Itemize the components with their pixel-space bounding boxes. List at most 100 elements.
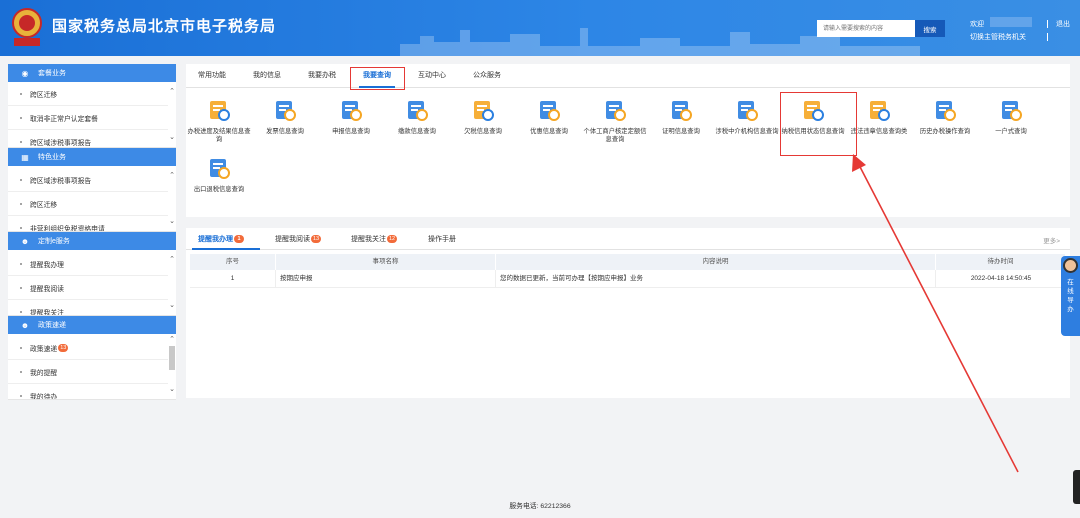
reminders-panel: 提醒我办理 1 提醒我阅读 13 提醒我关注 12 操作手册 更多> 序号 事项名称 … [186, 228, 1070, 398]
tab-remind-read[interactable]: 提醒我阅读 13 [275, 234, 322, 244]
sidebar-item[interactable]: 取消非正常户认定套餐 [8, 106, 168, 130]
online-guide-label: 在线导办 [1067, 279, 1074, 313]
tab-common-functions[interactable]: 常用功能 [198, 70, 226, 80]
more-link[interactable]: 更多> [1043, 235, 1060, 245]
tab-remind-handle[interactable]: 提醒我办理 1 [198, 234, 244, 244]
column-header: 内容说明 [496, 254, 936, 270]
chevron-down-icon[interactable]: ⌄ [168, 302, 176, 310]
tab-handle-tax[interactable]: 我要办税 [308, 70, 336, 80]
due-time: 2022-04-18 14:50:45 [970, 275, 1032, 282]
service-money-bag[interactable]: 缴款信息查询 [384, 98, 450, 136]
active-tab-indicator [192, 248, 260, 250]
annotation-highlight-box [350, 67, 405, 90]
sidebar-item[interactable]: 跨区域涉税事项报告 [8, 130, 168, 147]
hourglass-icon [210, 101, 230, 121]
search-input[interactable] [817, 20, 915, 37]
invoice-search-icon [276, 101, 296, 121]
export-refund-icon [210, 159, 230, 179]
sidebar-item[interactable]: 跨区域涉税事项报告 [8, 168, 168, 192]
site-title: 国家税务总局北京市电子税务局 [52, 18, 277, 35]
service-label: 办税进度及结果信息查询 [187, 128, 251, 143]
unread-badge: 13 [58, 343, 69, 352]
sidebar-item[interactable]: 非营利组织免税资格申请 [8, 216, 168, 231]
chevron-down-icon[interactable]: ⌄ [168, 218, 176, 226]
tab-public-service[interactable]: 公众服务 [473, 70, 501, 80]
service-monitor[interactable]: 一户式查询 [978, 98, 1044, 136]
section-title: 政策速递 [38, 322, 66, 329]
count-badge: 1 [234, 235, 244, 243]
sidebar-section-packages[interactable]: ◉ 套餐业务 [8, 64, 176, 82]
chevron-up-icon[interactable]: ⌃ [168, 172, 176, 180]
count-badge: 13 [311, 235, 322, 243]
service-label: 个体工商户核定定额信息查询 [583, 128, 647, 143]
chevron-up-icon[interactable]: ⌃ [168, 88, 176, 96]
sidebar-item[interactable]: 跨区迁移 [8, 192, 168, 216]
service-history[interactable]: 历史办税操作查询 [912, 98, 978, 136]
service-agency[interactable]: 涉税中介机构信息查询 [714, 98, 780, 136]
chevron-up-icon[interactable]: ⌃ [168, 336, 176, 344]
scrollbar[interactable]: ⌃ ⌄ [168, 166, 176, 231]
sidebar-item[interactable]: 提醒我办理 [8, 252, 168, 276]
chevron-up-icon[interactable]: ⌃ [168, 256, 176, 264]
tab-manual[interactable]: 操作手册 [428, 234, 456, 244]
floating-widget[interactable] [1073, 470, 1080, 504]
service-export-refund[interactable]: 出口退税信息查询 [186, 156, 252, 194]
section-title: 套餐业务 [38, 70, 66, 77]
sidebar-item[interactable]: 跨区迁移 [8, 82, 168, 106]
service-hourglass[interactable]: 办税进度及结果信息查询 [186, 98, 252, 144]
tab-my-info[interactable]: 我的信息 [253, 70, 281, 80]
search-button[interactable]: 搜索 [915, 20, 945, 37]
service-label: 涉税中介机构信息查询 [715, 128, 779, 135]
footer-service-phone: 服务电话: 62212366 [509, 503, 571, 510]
service-discount[interactable]: 优惠信息查询 [516, 98, 582, 136]
scrollbar-thumb[interactable] [169, 346, 175, 370]
table-row[interactable]: 1 按期应申报 您的数据已更新，当前可办理【按期应申报】业务 2022-04-1… [190, 270, 1066, 288]
history-icon [936, 101, 956, 121]
scrollbar[interactable]: ⌃ ⌄ [168, 250, 176, 315]
online-guide-widget[interactable]: 在线导办 [1061, 256, 1080, 336]
sidebar-item[interactable]: 我的待办 [8, 384, 168, 399]
service-label: 优惠信息查询 [530, 128, 568, 135]
sidebar-item[interactable]: 提醒我阅读 [8, 276, 168, 300]
service-label: 欠税信息查询 [464, 128, 502, 135]
site-header: 国家税务总局北京市电子税务局 搜索 欢迎 切换主管税务机关 退出 [0, 0, 1080, 56]
user-icon: ☻ [20, 236, 30, 246]
sidebar-item[interactable]: 我的提醒 [8, 360, 168, 384]
service-declaration[interactable]: 申报信息查询 [318, 98, 384, 136]
money-bag-icon [408, 101, 428, 121]
tab-remind-follow[interactable]: 提醒我关注 12 [351, 234, 398, 244]
section-title: 特色业务 [38, 154, 66, 161]
item-name[interactable]: 按期应申报 [276, 270, 496, 288]
chevron-down-icon[interactable]: ⌄ [168, 386, 176, 394]
service-invoice-search[interactable]: 发票信息查询 [252, 98, 318, 136]
service-person-doc[interactable]: 个体工商户核定定额信息查询 [582, 98, 648, 144]
tax-emblem-logo [10, 6, 44, 48]
discount-icon [540, 101, 560, 121]
count-badge: 12 [387, 235, 398, 243]
agency-icon [738, 101, 758, 121]
sidebar-section-custom-service[interactable]: ☻ 定制e服务 [8, 232, 176, 250]
item-description: 您的数据已更新，当前可办理【按期应申报】业务 [496, 270, 936, 288]
scrollbar[interactable]: ⌃ ⌄ [168, 334, 176, 399]
header-divider [1047, 20, 1048, 28]
package-icon: ◉ [21, 68, 29, 78]
tab-interaction[interactable]: 互动中心 [418, 70, 446, 80]
assistant-avatar-icon [1063, 258, 1078, 273]
logout-link[interactable]: 退出 [1056, 19, 1070, 29]
person-doc-icon [606, 101, 626, 121]
annotation-highlight-box [780, 92, 857, 156]
declaration-icon [342, 101, 362, 121]
sidebar-section-policy[interactable]: ☻ 政策速递 [8, 316, 176, 334]
sidebar-section-features[interactable]: ▦ 特色业务 [8, 148, 176, 166]
sidebar-item[interactable]: 提醒我关注 [8, 300, 168, 315]
service-card[interactable]: 欠税信息查询 [450, 98, 516, 136]
sidebar-item[interactable]: 政策速递 13 [8, 336, 168, 360]
table-header: 序号 事项名称 内容说明 待办时间 [190, 254, 1066, 270]
card-icon [474, 101, 494, 121]
switch-authority-link[interactable]: 切换主管税务机关 [970, 32, 1026, 42]
chevron-down-icon[interactable]: ⌄ [168, 134, 176, 142]
column-header: 序号 [190, 254, 276, 270]
service-certificate[interactable]: 证明信息查询 [648, 98, 714, 136]
sidebar-section-body: 提醒我办理 提醒我阅读 提醒我关注 ⌃ ⌄ [8, 250, 176, 316]
scrollbar[interactable]: ⌃ ⌄ [168, 82, 176, 147]
